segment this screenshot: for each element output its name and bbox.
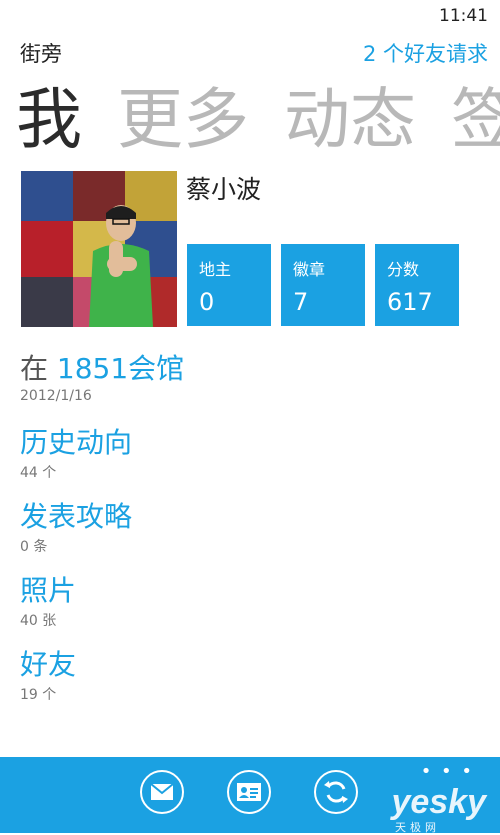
user-name: 蔡小波 bbox=[186, 175, 262, 204]
list-item-photos[interactable]: 照片 40 张 bbox=[20, 574, 76, 630]
pivot-tab-checkin[interactable]: 签 bbox=[451, 81, 500, 158]
tile-value: 7 bbox=[293, 288, 309, 316]
list-item-count: 0 条 bbox=[20, 539, 48, 555]
avatar[interactable] bbox=[21, 171, 177, 327]
list-item-history[interactable]: 历史动向 44 个 bbox=[20, 426, 132, 482]
mail-button[interactable] bbox=[140, 770, 184, 814]
checkin-date: 2012/1/16 bbox=[20, 388, 92, 404]
list-item-count: 44 个 bbox=[20, 465, 57, 481]
friend-requests-link[interactable]: 2 个好友请求 bbox=[363, 38, 488, 68]
yesky-watermark: yesky bbox=[391, 783, 486, 821]
more-menu-icon[interactable]: • • • bbox=[421, 761, 474, 782]
contact-card-button[interactable] bbox=[227, 770, 271, 814]
list-item-friends[interactable]: 好友 19 个 bbox=[20, 648, 76, 704]
list-item-count: 40 张 bbox=[20, 613, 57, 629]
list-item-count: 19 个 bbox=[20, 687, 57, 703]
list-item-title: 好友 bbox=[20, 648, 77, 681]
app-title: 街旁 bbox=[20, 42, 62, 66]
checkin-place[interactable]: 1851会馆 bbox=[57, 352, 184, 385]
status-time: 11:41 bbox=[439, 6, 488, 26]
tile-badges[interactable]: 徽章 7 bbox=[281, 244, 365, 326]
tile-value: 0 bbox=[199, 288, 215, 316]
refresh-button[interactable] bbox=[314, 770, 358, 814]
list-item-title: 照片 bbox=[20, 574, 77, 607]
contact-card-icon bbox=[237, 783, 261, 801]
tile-score[interactable]: 分数 617 bbox=[375, 244, 459, 326]
pivot-header: 我 更多 动态 签 bbox=[16, 78, 500, 162]
list-item-title: 历史动向 bbox=[20, 426, 133, 459]
tile-value: 617 bbox=[387, 288, 433, 316]
app-bar: • • • yesky 天极网 bbox=[0, 757, 500, 834]
avatar-photo bbox=[21, 171, 177, 327]
list-item-guides[interactable]: 发表攻略 0 条 bbox=[20, 500, 132, 556]
checkin-prefix: 在 bbox=[20, 352, 49, 385]
pivot-tab-feed[interactable]: 动态 bbox=[284, 81, 416, 158]
tile-label: 分数 bbox=[387, 260, 420, 279]
pivot-tab-more[interactable]: 更多 bbox=[117, 81, 249, 158]
tile-label: 地主 bbox=[199, 260, 232, 279]
tile-landlord[interactable]: 地主 0 bbox=[187, 244, 271, 326]
tile-label: 徽章 bbox=[293, 260, 326, 279]
refresh-icon bbox=[324, 781, 348, 803]
mail-icon bbox=[150, 783, 174, 800]
pivot-tab-me[interactable]: 我 bbox=[16, 81, 82, 158]
list-item-title: 发表攻略 bbox=[20, 500, 133, 533]
checkin-item[interactable]: 在 1851会馆 2012/1/16 bbox=[20, 352, 184, 404]
